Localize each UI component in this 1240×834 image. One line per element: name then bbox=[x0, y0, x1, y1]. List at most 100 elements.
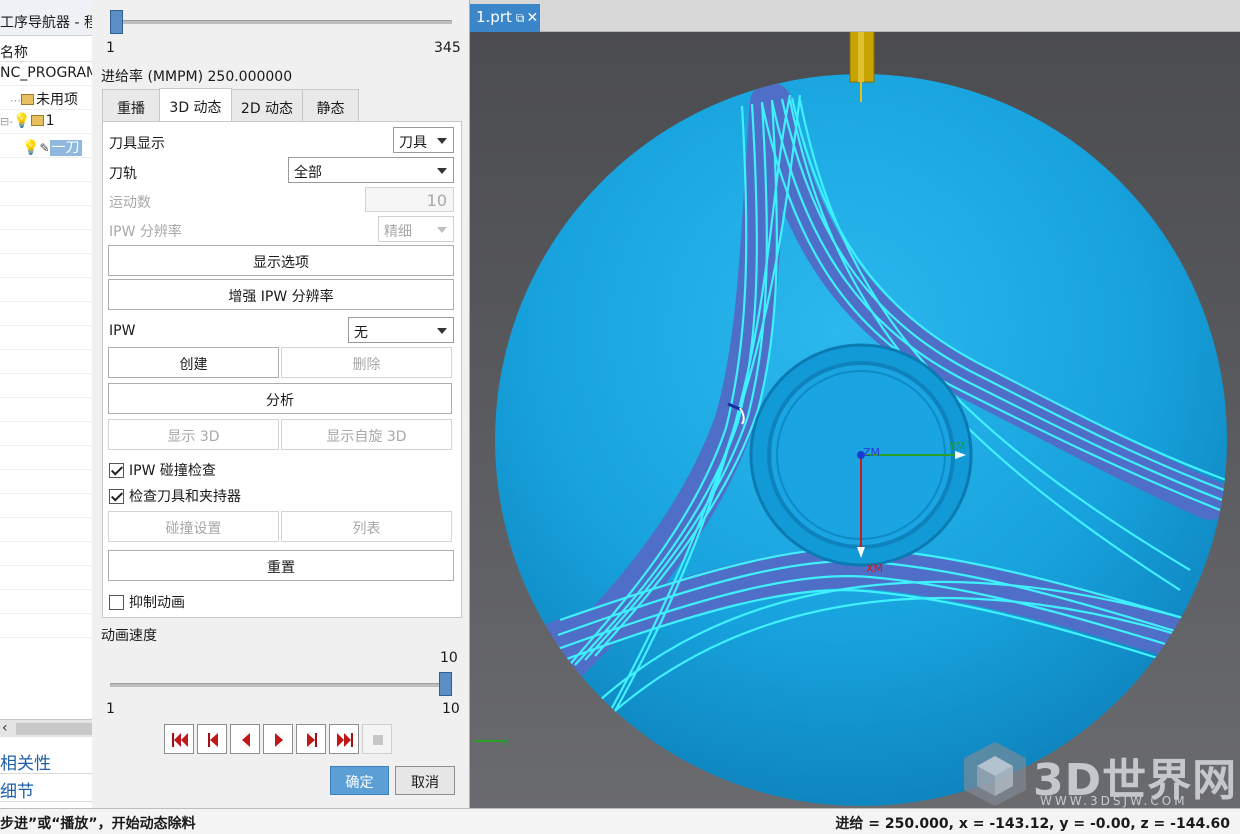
animation-speed-max: 10 bbox=[442, 701, 460, 717]
analyze-button[interactable]: 分析 bbox=[108, 383, 452, 414]
tree-row-empty bbox=[0, 614, 96, 638]
ipw-label: IPW bbox=[109, 323, 136, 339]
operation-icon: ✎ bbox=[39, 141, 50, 155]
tree-row-nc-program[interactable]: NC_PROGRAM bbox=[0, 62, 96, 86]
step-slider-min: 1 bbox=[106, 40, 115, 56]
restore-icon[interactable]: ⧉ bbox=[516, 11, 525, 25]
collision-settings-button[interactable]: 碰撞设置 bbox=[108, 511, 279, 542]
details-panel-header[interactable]: 细节 bbox=[0, 774, 96, 802]
ok-button[interactable]: 确定 bbox=[330, 766, 389, 795]
watermark-cube-logo bbox=[964, 742, 1026, 806]
dependencies-panel-header[interactable]: 相关性 bbox=[0, 746, 96, 774]
part-file-tab-label: 1.prt bbox=[476, 8, 512, 26]
close-icon[interactable]: ✕ bbox=[526, 10, 538, 26]
animation-speed-value: 10 bbox=[440, 650, 458, 666]
tab-2d-dynamic[interactable]: 2D 动态 bbox=[231, 89, 303, 122]
column-header-name[interactable]: 名称 bbox=[0, 36, 96, 62]
tool-display-value: 刀具 bbox=[399, 135, 427, 151]
chevron-down-icon bbox=[437, 138, 447, 144]
play-button[interactable] bbox=[263, 724, 293, 754]
suppress-animation-checkbox[interactable]: 抑制动画 bbox=[109, 592, 185, 612]
tree-label: 一刀 bbox=[49, 140, 82, 156]
tree-row-empty bbox=[0, 398, 96, 422]
toolpath-value: 全部 bbox=[294, 165, 322, 181]
scrollbar-thumb[interactable] bbox=[16, 723, 94, 735]
tab-replay[interactable]: 重播 bbox=[102, 89, 160, 122]
part-file-tab[interactable]: 1.prt ⧉ ✕ bbox=[470, 4, 540, 32]
check-tool-holder-checkbox[interactable]: 检查刀具和夹持器 bbox=[109, 486, 241, 506]
tree-row-operation[interactable]: 💡✎ 一刀 bbox=[0, 134, 96, 158]
tree-row-empty bbox=[0, 182, 96, 206]
motion-count-input[interactable]: 10 bbox=[365, 187, 454, 212]
status-bar: 步进”或“播放”，开始动态除料 进给 = 250.000, x = -143.1… bbox=[0, 808, 1240, 834]
tree-connector-icon: ⋯ bbox=[10, 94, 21, 107]
play-reverse-icon bbox=[242, 733, 250, 747]
collapse-icon[interactable]: ⊟- bbox=[0, 115, 13, 128]
chevron-down-icon bbox=[437, 227, 447, 233]
show-3d-button[interactable]: 显示 3D bbox=[108, 419, 279, 450]
ipw-resolution-dropdown[interactable]: 精细 bbox=[378, 216, 454, 242]
enhance-ipw-resolution-button[interactable]: 增强 IPW 分辨率 bbox=[108, 279, 454, 310]
check-tool-holder-label: 检查刀具和夹持器 bbox=[129, 489, 241, 505]
ym-label: YM bbox=[948, 440, 965, 453]
animation-speed-thumb[interactable] bbox=[439, 672, 452, 696]
animation-speed-track[interactable] bbox=[110, 683, 450, 687]
checkbox-checked-icon[interactable] bbox=[109, 489, 124, 504]
tree-row-empty bbox=[0, 494, 96, 518]
tree-row-empty bbox=[0, 470, 96, 494]
scroll-left-icon[interactable]: ‹ bbox=[2, 720, 8, 736]
tree-label: NC_PROGRAM bbox=[0, 65, 97, 81]
navigator-title: 工序导航器 - 程 bbox=[0, 0, 96, 36]
ipw-dropdown[interactable]: 无 bbox=[348, 317, 454, 343]
tool-display-dropdown[interactable]: 刀具 bbox=[393, 127, 454, 153]
tree-row-empty bbox=[0, 278, 96, 302]
tree-row-empty bbox=[0, 446, 96, 470]
status-prompt: 步进”或“播放”，开始动态除料 bbox=[0, 816, 196, 832]
toolpath-visualization-dialog: 1 345 进给率 (MMPM) 250.000000 重播 3D 动态 2D … bbox=[92, 0, 470, 808]
show-spin-3d-button[interactable]: 显示自旋 3D bbox=[281, 419, 452, 450]
tab-3d-dynamic[interactable]: 3D 动态 bbox=[159, 88, 232, 122]
ipw-collision-check-label: IPW 碰撞检查 bbox=[129, 463, 216, 479]
folder-icon bbox=[21, 94, 34, 105]
watermark-url: WWW.3DSJW.COM bbox=[1040, 794, 1188, 808]
checkbox-unchecked-icon[interactable] bbox=[109, 595, 124, 610]
step-slider-track[interactable] bbox=[112, 20, 452, 24]
step-forward-icon bbox=[307, 733, 317, 747]
tree-row-empty bbox=[0, 302, 96, 326]
tree-row-empty bbox=[0, 230, 96, 254]
reset-button[interactable]: 重置 bbox=[108, 550, 454, 581]
list-button[interactable]: 列表 bbox=[281, 511, 452, 542]
go-to-end-button[interactable] bbox=[329, 724, 359, 754]
zm-label: ZM bbox=[863, 446, 880, 459]
animation-speed-label: 动画速度 bbox=[101, 628, 157, 644]
display-options-button[interactable]: 显示选项 bbox=[108, 245, 454, 276]
toolpath-dropdown[interactable]: 全部 bbox=[288, 157, 454, 183]
tree-row-unused[interactable]: ⋯ 未用项 bbox=[0, 86, 96, 110]
tab-static[interactable]: 静态 bbox=[302, 89, 359, 122]
ipw-resolution-label: IPW 分辨率 bbox=[109, 224, 182, 240]
step-slider-thumb[interactable] bbox=[110, 10, 123, 34]
checkbox-checked-icon[interactable] bbox=[109, 463, 124, 478]
step-forward-button[interactable] bbox=[296, 724, 326, 754]
ipw-resolution-value: 精细 bbox=[384, 224, 412, 240]
cancel-button[interactable]: 取消 bbox=[395, 766, 455, 795]
stop-button[interactable] bbox=[362, 724, 392, 754]
suppress-animation-label: 抑制动画 bbox=[129, 595, 185, 611]
part-tab-strip: 1.prt ⧉ ✕ bbox=[470, 0, 1240, 32]
navigator-horizontal-scrollbar[interactable]: ‹ bbox=[0, 719, 96, 737]
step-back-button[interactable] bbox=[197, 724, 227, 754]
step-slider-max: 345 bbox=[434, 40, 461, 56]
create-button[interactable]: 创建 bbox=[108, 347, 279, 378]
tree-row-empty bbox=[0, 566, 96, 590]
watermark: 3D世界网 WWW.3DSJW.COM bbox=[958, 738, 1236, 808]
wcs-y-label: Y bbox=[502, 738, 510, 749]
go-to-start-button[interactable] bbox=[164, 724, 194, 754]
tree-row-empty bbox=[0, 518, 96, 542]
ipw-collision-check-checkbox[interactable]: IPW 碰撞检查 bbox=[109, 460, 216, 480]
delete-button[interactable]: 删除 bbox=[281, 347, 452, 378]
tree-row-program-1[interactable]: ⊟-💡 1 bbox=[0, 110, 96, 134]
tree-row-empty bbox=[0, 590, 96, 614]
feed-rate-label: 进给率 (MMPM) 250.000000 bbox=[101, 69, 293, 85]
tool-display-label: 刀具显示 bbox=[109, 136, 165, 152]
play-reverse-button[interactable] bbox=[230, 724, 260, 754]
